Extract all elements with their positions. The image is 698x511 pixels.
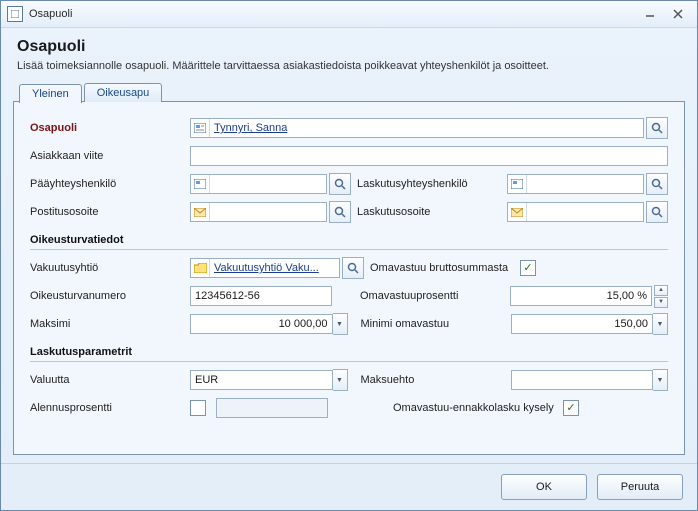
label-maksuehto: Maksuehto (355, 374, 511, 386)
postitusosoite-search-button[interactable] (329, 201, 351, 223)
label-postitusosoite: Postitusosoite (30, 206, 190, 218)
ok-button[interactable]: OK (501, 474, 587, 500)
label-minimi-omavastuu: Minimi omavastuu (355, 318, 511, 330)
asiakkaan-viite-input[interactable] (190, 146, 668, 166)
section-laskutusparametrit: Laskutusparametrit (30, 346, 668, 362)
alennusprosentti-checkbox[interactable] (190, 400, 206, 416)
label-vakuutusyhtio: Vakuutusyhtiö (30, 262, 190, 274)
vakuutusyhtio-value[interactable]: Vakuutusyhtiö Vaku... (210, 262, 339, 274)
tab-legal-aid[interactable]: Oikeusapu (84, 83, 163, 102)
label-valuutta: Valuutta (30, 374, 190, 386)
maksuehto-select[interactable] (511, 370, 654, 390)
envelope-icon (191, 203, 210, 221)
spinner-up-button[interactable]: ▲ (654, 285, 668, 296)
maksimi-input[interactable]: 10 000,00 (190, 314, 333, 334)
alennusprosentti-cell (190, 398, 365, 418)
label-laskutusyhteyshenkilo: Laskutusyhteyshenkilö (351, 178, 507, 190)
minimi-omavastuu-dropdown-button[interactable]: ▼ (653, 313, 668, 335)
osapuoli-value[interactable]: Tynnyri, Sanna (210, 122, 643, 134)
valuutta-select[interactable]: EUR (190, 370, 333, 390)
window-title: Osapuoli (29, 8, 635, 20)
tab-panel-general: Osapuoli Tynnyri, Sanna Asiakkaan viite … (13, 101, 685, 455)
label-omavastuu-ennakko: Omavastuu-ennakkolasku kysely (387, 402, 563, 414)
minimize-button[interactable] (637, 6, 663, 22)
cancel-button[interactable]: Peruuta (597, 474, 683, 500)
osapuoli-field[interactable]: Tynnyri, Sanna (190, 118, 644, 138)
omavastuuprosentti-input[interactable]: 15,00 % (510, 286, 652, 306)
maksuehto-dropdown-button[interactable]: ▼ (653, 369, 668, 391)
alennusprosentti-input[interactable] (216, 398, 328, 418)
contact-card-icon (508, 175, 527, 193)
vakuutusyhtio-search-button[interactable] (342, 257, 364, 279)
label-laskutusosoite: Laskutusosoite (351, 206, 507, 218)
page-subtitle: Lisää toimeksiannolle osapuoli. Määritte… (17, 60, 681, 72)
label-omavastuuprosentti: Omavastuuprosentti (354, 290, 510, 302)
label-paayhteyshenkilo: Pääyhteyshenkilö (30, 178, 190, 190)
laskutusosoite-search-button[interactable] (646, 201, 668, 223)
tabstrip: Yleinen Oikeusapu (13, 80, 685, 102)
valuutta-dropdown-button[interactable]: ▼ (333, 369, 348, 391)
folder-icon (191, 259, 210, 277)
dialog-footer: OK Peruuta (1, 463, 697, 510)
label-maksimi: Maksimi (30, 318, 190, 330)
app-icon (7, 6, 23, 22)
page-title: Osapuoli (17, 38, 681, 56)
tab-general[interactable]: Yleinen (19, 84, 82, 103)
minimi-omavastuu-input[interactable]: 150,00 (511, 314, 654, 334)
label-omavastuu-brutto: Omavastuu bruttosummasta (364, 262, 520, 274)
laskutusyhteyshenkilo-field[interactable] (507, 174, 644, 194)
header: Osapuoli Lisää toimeksiannolle osapuoli.… (1, 28, 697, 80)
section-oikeusturvatiedot: Oikeusturvatiedot (30, 234, 668, 250)
omavastuu-ennakko-cell (563, 400, 668, 416)
postitusosoite-field[interactable] (190, 202, 327, 222)
spinner-down-button[interactable]: ▼ (654, 297, 668, 308)
label-alennusprosentti: Alennusprosentti (30, 402, 190, 414)
laskutusyhteyshenkilo-search-button[interactable] (646, 173, 668, 195)
contact-card-icon (191, 119, 210, 137)
osapuoli-search-button[interactable] (646, 117, 668, 139)
maksimi-dropdown-button[interactable]: ▼ (333, 313, 348, 335)
titlebar: Osapuoli (1, 1, 697, 28)
vakuutusyhtio-field[interactable]: Vakuutusyhtiö Vaku... (190, 258, 340, 278)
dialog-window: Osapuoli Osapuoli Lisää toimeksiannolle … (0, 0, 698, 511)
label-oikeusturvanumero: Oikeusturvanumero (30, 290, 190, 302)
label-asiakkaan-viite: Asiakkaan viite (30, 150, 190, 162)
paayhteyshenkilo-search-button[interactable] (329, 173, 351, 195)
omavastuuprosentti-spinner: ▲ ▼ (654, 285, 668, 308)
close-button[interactable] (665, 6, 691, 22)
contact-card-icon (191, 175, 210, 193)
laskutusosoite-field[interactable] (507, 202, 644, 222)
oikeusturvanumero-input[interactable]: 12345612-56 (190, 286, 332, 306)
omavastuu-brutto-cell (520, 260, 668, 276)
omavastuu-ennakko-checkbox[interactable] (563, 400, 579, 416)
paayhteyshenkilo-field[interactable] (190, 174, 327, 194)
envelope-icon (508, 203, 527, 221)
label-osapuoli: Osapuoli (30, 122, 190, 134)
omavastuu-brutto-checkbox[interactable] (520, 260, 536, 276)
content-area: Yleinen Oikeusapu Osapuoli Tynnyri, Sann… (1, 80, 697, 463)
